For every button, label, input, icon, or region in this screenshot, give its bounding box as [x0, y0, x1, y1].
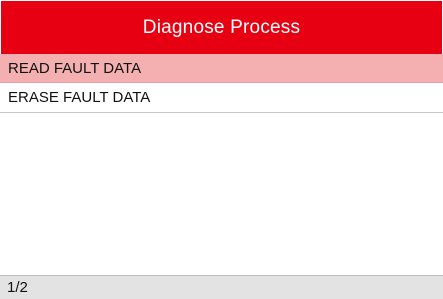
status-bar: 1/2: [0, 275, 443, 299]
menu-item-label: ERASE FAULT DATA: [8, 89, 151, 106]
menu-item-erase-fault-data[interactable]: ERASE FAULT DATA: [0, 83, 443, 113]
menu-list: READ FAULT DATA ERASE FAULT DATA: [0, 54, 443, 113]
menu-item-read-fault-data[interactable]: READ FAULT DATA: [0, 54, 443, 83]
page-title: Diagnose Process: [142, 16, 301, 38]
diagnose-screen: Diagnose Process READ FAULT DATA ERASE F…: [0, 0, 443, 299]
title-bar: Diagnose Process: [0, 0, 443, 54]
menu-item-label: READ FAULT DATA: [8, 59, 142, 77]
page-indicator: 1/2: [7, 279, 28, 296]
